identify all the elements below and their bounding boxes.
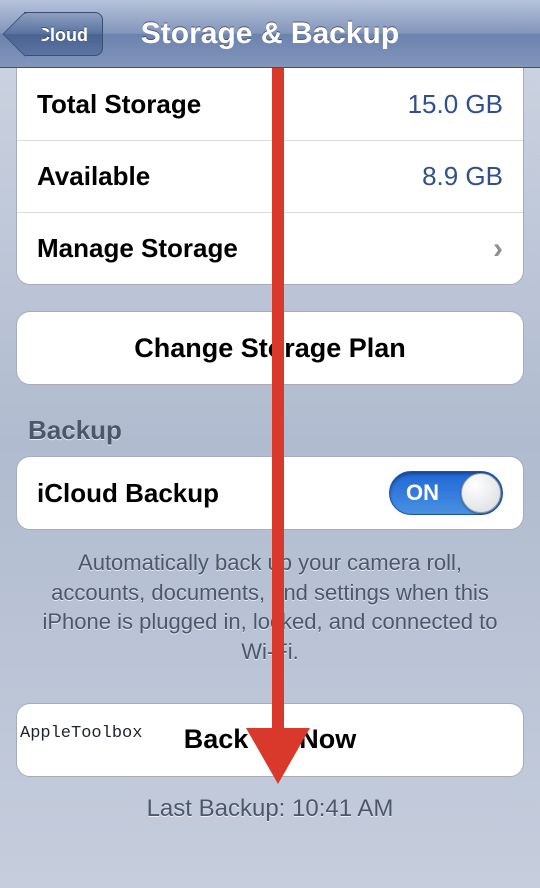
navbar: iCloud Storage & Backup: [0, 0, 540, 68]
storage-group: Total Storage 15.0 GB Available 8.9 GB M…: [16, 68, 524, 285]
toggle-knob-icon: [461, 473, 501, 513]
watermark-text: AppleToolbox: [20, 724, 142, 743]
available-storage-value: 8.9 GB: [422, 161, 503, 192]
backup-section-header: Backup: [28, 415, 512, 446]
available-storage-row: Available 8.9 GB: [17, 140, 523, 212]
change-storage-plan-label: Change Storage Plan: [134, 333, 406, 364]
back-button-label: iCloud: [32, 25, 88, 45]
total-storage-label: Total Storage: [37, 89, 201, 120]
back-up-now-label: Back Up Now: [184, 724, 357, 755]
backup-description: Automatically back up your camera roll, …: [30, 548, 510, 667]
total-storage-value: 15.0 GB: [408, 89, 503, 120]
icloud-backup-row: iCloud Backup ON: [17, 457, 523, 529]
icloud-backup-toggle[interactable]: ON: [389, 471, 503, 515]
total-storage-row: Total Storage 15.0 GB: [17, 68, 523, 140]
back-button[interactable]: iCloud: [24, 12, 103, 56]
icloud-backup-label: iCloud Backup: [37, 478, 219, 509]
chevron-right-icon: ›: [493, 232, 503, 266]
manage-storage-label: Manage Storage: [37, 233, 238, 264]
toggle-state-label: ON: [406, 480, 439, 506]
icloud-backup-group: iCloud Backup ON: [16, 456, 524, 530]
available-storage-label: Available: [37, 161, 150, 192]
change-storage-plan-button[interactable]: Change Storage Plan: [17, 312, 523, 384]
change-plan-group: Change Storage Plan: [16, 311, 524, 385]
manage-storage-row[interactable]: Manage Storage ›: [17, 212, 523, 284]
last-backup-text: Last Backup: 10:41 AM: [0, 795, 540, 823]
